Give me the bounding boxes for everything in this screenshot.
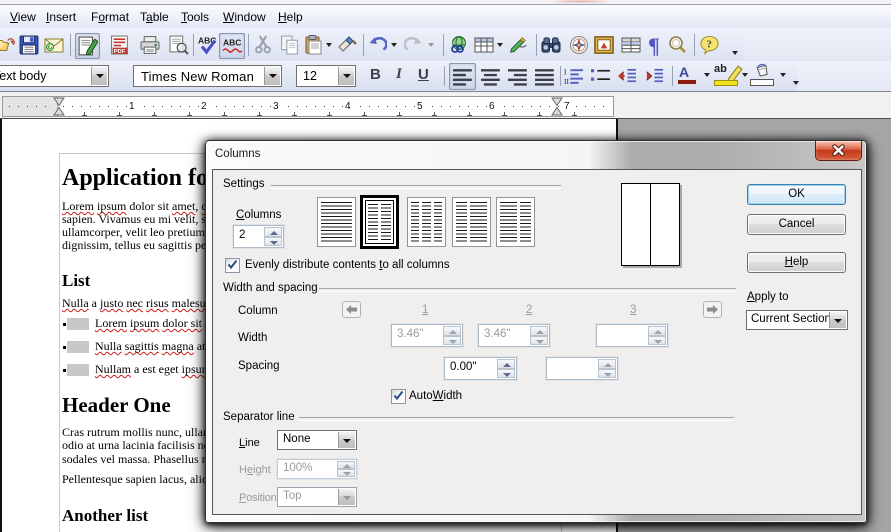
- svg-text:II: II: [564, 77, 569, 86]
- svg-text:PDF: PDF: [114, 49, 126, 55]
- svg-text:?: ?: [707, 39, 712, 50]
- svg-text:I: I: [564, 67, 567, 76]
- svg-text:ABC: ABC: [223, 38, 241, 48]
